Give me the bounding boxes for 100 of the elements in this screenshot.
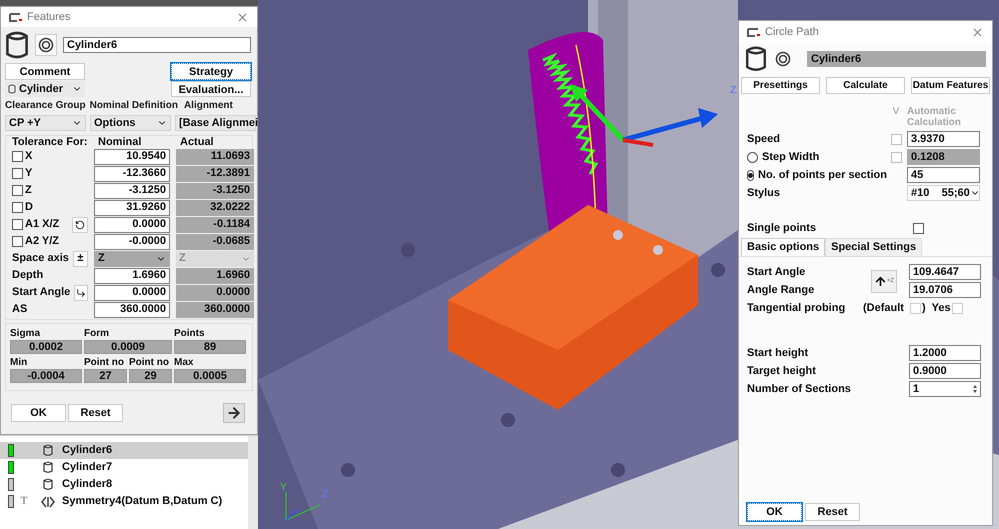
checkbox[interactable] xyxy=(12,185,23,196)
stat-label: Sigma xyxy=(10,327,40,340)
name-field[interactable]: Cylinder6 xyxy=(63,37,251,53)
feature-list-item[interactable]: Cylinder7 xyxy=(0,459,248,476)
close-icon[interactable] xyxy=(236,10,249,24)
stat-value: 29 xyxy=(129,369,172,383)
feature-list-item[interactable]: Cylinder8 xyxy=(0,476,248,493)
checkbox[interactable] xyxy=(12,236,23,247)
dropdown[interactable]: Options xyxy=(90,115,171,131)
sign-toggle-button[interactable]: ± xyxy=(72,250,88,266)
close-icon[interactable] xyxy=(971,26,984,38)
window-title: Circle Path xyxy=(765,24,819,40)
nominal-field[interactable]: 360.0000 xyxy=(94,302,170,318)
stat-value: 0.0009 xyxy=(84,340,172,354)
rotate-icon xyxy=(75,220,85,230)
nominal-field[interactable]: 0.0000 xyxy=(94,216,170,232)
parameter-field[interactable]: 19.0706 xyxy=(909,282,981,298)
row-label: A2 Y/Z xyxy=(25,234,60,250)
feature-list-item[interactable]: Cylinder6 xyxy=(0,442,248,459)
checkbox[interactable] xyxy=(913,222,924,234)
cylinder-icon xyxy=(745,45,767,73)
nominal-field[interactable]: -12.3660 xyxy=(94,166,170,182)
stat-value: 0.0002 xyxy=(10,340,82,354)
window-title: Features xyxy=(27,10,70,25)
parameter-field[interactable]: 109.4647 xyxy=(909,264,981,280)
nominal-field[interactable]: 0.0000 xyxy=(94,284,170,300)
flag-text: T xyxy=(20,494,28,510)
ok-button[interactable]: OK xyxy=(11,404,66,422)
dialog-button[interactable]: Presettings xyxy=(741,77,820,94)
parameter-label: Start Angle xyxy=(747,264,806,280)
spinner-field[interactable]: 1 xyxy=(909,381,981,397)
feature-name: Cylinder8 xyxy=(62,477,112,492)
parameter-label: Start height xyxy=(747,346,810,361)
actual-field[interactable]: -0.1184 xyxy=(176,216,254,232)
actual-field[interactable]: 11.0693 xyxy=(176,148,254,164)
stat-label: Max xyxy=(174,356,194,369)
stat-label: Points xyxy=(174,327,205,340)
rotate-button[interactable] xyxy=(72,216,88,232)
nominal-field[interactable]: 10.9540 xyxy=(94,148,170,164)
app-icon xyxy=(9,12,23,22)
type-dropdown[interactable]: Cylinder xyxy=(5,81,85,97)
checkbox[interactable] xyxy=(12,202,23,213)
parameter-field[interactable]: 0.1208 xyxy=(907,149,980,165)
tab[interactable]: Basic options xyxy=(741,238,826,256)
dropdown[interactable]: [Base Alignmei xyxy=(175,115,256,131)
tab[interactable]: Special Settings xyxy=(825,238,922,256)
nominal-field[interactable]: -3.1250 xyxy=(94,182,170,198)
checkbox[interactable] xyxy=(12,219,23,230)
axis-triad-icon xyxy=(285,491,321,521)
comment-button[interactable]: Comment xyxy=(5,63,85,80)
parameter-label: Single points xyxy=(747,220,818,236)
arrow-up-icon xyxy=(874,274,887,288)
dropdown[interactable]: CP +Y xyxy=(5,115,86,131)
stat-value: -0.0004 xyxy=(10,369,82,383)
actual-field[interactable]: 360.0000 xyxy=(176,302,254,318)
nominal-field[interactable]: 1.6960 xyxy=(94,268,170,284)
radio-button[interactable] xyxy=(747,152,758,162)
column-header: Tolerance For: xyxy=(11,136,89,148)
feature-name: Cylinder7 xyxy=(62,460,112,476)
spinner-arrows-icon[interactable] xyxy=(970,383,980,395)
dialog-button[interactable]: Datum Features xyxy=(911,77,990,94)
scrollbar[interactable] xyxy=(248,436,258,529)
automatic-calculation-label: Automatic Calculation xyxy=(907,106,962,130)
checkbox[interactable] xyxy=(12,168,23,179)
parameter-field[interactable]: 45 xyxy=(907,167,980,183)
nominal-field[interactable]: 31.9260 xyxy=(94,200,170,216)
radio-button[interactable] xyxy=(747,170,754,180)
checkbox[interactable] xyxy=(890,134,902,144)
actual-field[interactable]: -12.3891 xyxy=(176,166,254,182)
stylus-dropdown[interactable]: #10 55;60 xyxy=(907,185,980,201)
row-label: Depth xyxy=(12,268,44,284)
reset-button[interactable]: Reset xyxy=(805,503,860,521)
ok-button[interactable]: OK xyxy=(747,503,802,521)
angle-button[interactable] xyxy=(74,284,88,300)
parameter-field[interactable]: 3.9370 xyxy=(907,131,980,147)
actual-field[interactable]: 32.0222 xyxy=(176,200,254,216)
actual-field[interactable]: -3.1250 xyxy=(176,182,254,198)
parameter-field[interactable]: 1.2000 xyxy=(909,345,981,361)
parameter-label: No. of points per section xyxy=(758,168,887,183)
feature-name: Symmetry4(Datum B,Datum C) xyxy=(62,494,222,510)
parameter-label: Target height xyxy=(747,364,817,379)
checkbox[interactable] xyxy=(12,151,23,162)
dialog-button[interactable]: Calculate xyxy=(826,77,905,94)
nominal-field[interactable]: -0.0000 xyxy=(94,234,170,250)
reset-button[interactable]: Reset xyxy=(68,404,123,422)
evaluation-button[interactable]: Evaluation... xyxy=(171,81,251,97)
feature-list-item[interactable]: T Symmetry4(Datum B,Datum C) xyxy=(0,493,248,510)
cylinder-icon xyxy=(43,478,53,491)
name-field[interactable]: Cylinder6 xyxy=(807,51,986,67)
actual-field[interactable]: 0.0000 xyxy=(176,284,254,300)
cylinder-icon xyxy=(5,30,29,60)
actual-field[interactable]: -0.0685 xyxy=(176,234,254,250)
checkbox[interactable] xyxy=(890,152,902,162)
row-label: Y xyxy=(25,166,32,182)
next-button[interactable] xyxy=(223,403,245,423)
strategy-button[interactable]: Strategy xyxy=(171,63,251,80)
stat-value: 27 xyxy=(84,369,127,383)
parameter-field[interactable]: 0.9000 xyxy=(909,363,981,379)
axis-dropdown[interactable]: Z xyxy=(94,250,170,266)
actual-field[interactable]: 1.6960 xyxy=(176,268,254,284)
